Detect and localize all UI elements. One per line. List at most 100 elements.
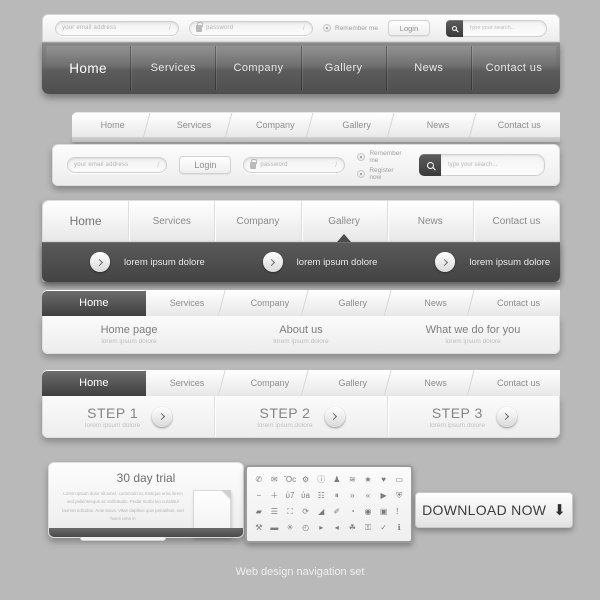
tab-gallery[interactable]: Gallery — [311, 370, 396, 396]
pause-icon[interactable]: ⏸ — [329, 488, 345, 504]
search-input[interactable]: type your search... — [441, 154, 545, 176]
expand-icon[interactable]: ⛶ — [282, 504, 298, 520]
remember-me-radio[interactable]: Remember me — [357, 150, 403, 164]
tab-home[interactable]: Home — [42, 290, 162, 316]
volume-icon[interactable]: ὐa — [298, 488, 314, 504]
tab-home[interactable]: Home — [42, 370, 162, 396]
search-box[interactable]: type your search... — [445, 19, 547, 37]
heart-icon[interactable]: ♥ — [376, 472, 392, 488]
briefcase-icon[interactable]: Ὃc — [282, 472, 298, 488]
password-field[interactable]: password / — [243, 157, 346, 173]
tab-gallery[interactable]: Gallery — [315, 112, 399, 137]
plus-icon[interactable]: ＋ — [267, 488, 283, 504]
sun-icon[interactable]: ✳ — [282, 520, 298, 536]
nav-item-news[interactable]: News — [388, 201, 474, 241]
step-3[interactable]: STEP 3 lorem ipsum dolore — [388, 396, 559, 437]
arrow-right-icon[interactable] — [90, 252, 110, 272]
comment-icon[interactable]: ▭ — [391, 472, 407, 488]
trash-icon[interactable]: ☘ — [345, 520, 361, 536]
phone-icon[interactable]: ✆ — [251, 472, 267, 488]
next-icon[interactable]: ▸ — [313, 520, 329, 536]
arrow-right-icon[interactable] — [324, 406, 345, 427]
gear-icon[interactable]: ⚙ — [298, 472, 314, 488]
folder-icon[interactable]: ▰ — [251, 504, 267, 520]
nav-item-services[interactable]: Services — [131, 46, 217, 90]
promo-item[interactable]: lorem ipsum dolore — [42, 252, 215, 272]
list-icon[interactable]: ☰ — [267, 504, 283, 520]
nav-item-services[interactable]: Services — [129, 201, 216, 241]
login-button[interactable]: Login — [387, 20, 430, 36]
eye-icon[interactable]: ◉ — [360, 504, 376, 520]
user-icon[interactable]: ♟ — [329, 472, 345, 488]
nav-item-company[interactable]: Company — [216, 46, 302, 90]
backward-icon[interactable]: « — [360, 488, 376, 504]
column-home-page[interactable]: Home page lorem ipsum dolore — [43, 316, 215, 353]
nav-item-company[interactable]: Company — [215, 201, 302, 241]
arrow-right-icon[interactable] — [152, 406, 173, 427]
camera-icon[interactable]: ▬ — [267, 520, 283, 536]
tab-home[interactable]: Home — [72, 112, 155, 137]
arrow-right-icon[interactable] — [496, 406, 517, 427]
tab-contact-us[interactable]: Contact us — [477, 370, 560, 396]
register-now-radio[interactable]: Register now — [357, 167, 403, 181]
tab-contact-us[interactable]: Contact us — [477, 290, 560, 316]
tab-services[interactable]: Services — [145, 290, 230, 316]
column-about-us[interactable]: About us lorem ipsum dolore — [215, 316, 387, 353]
remember-me-radio[interactable]: Remember me — [323, 24, 378, 32]
step-2[interactable]: STEP 2 lorem ipsum dolore — [215, 396, 388, 437]
lock-icon[interactable]: ⚿ — [360, 520, 376, 536]
email-field[interactable]: your email address / — [55, 20, 179, 36]
refresh-icon[interactable]: ⟳ — [298, 504, 314, 520]
tab-news[interactable]: News — [394, 370, 478, 396]
download-now-button-large[interactable]: DOWNLOAD NOW ⬇ — [415, 492, 573, 528]
email-field[interactable]: your email address / — [67, 157, 168, 173]
search-icon[interactable] — [445, 19, 463, 37]
nav-item-home[interactable]: Home — [43, 201, 130, 241]
tab-services[interactable]: Services — [153, 112, 236, 137]
tab-company[interactable]: Company — [228, 290, 313, 316]
tools-icon[interactable]: ⚒ — [251, 520, 267, 536]
arrow-right-icon[interactable] — [262, 252, 283, 272]
tab-services[interactable]: Services — [145, 370, 230, 396]
envelope-icon[interactable]: ✉ — [267, 472, 283, 488]
tab-company[interactable]: Company — [228, 370, 313, 396]
prev-icon[interactable]: ◂ — [329, 520, 345, 536]
star-icon[interactable]: ★ — [360, 472, 376, 488]
minus-icon[interactable]: − — [251, 488, 267, 504]
tab-gallery[interactable]: Gallery — [311, 290, 396, 316]
chart-icon[interactable]: ◔ — [345, 504, 361, 520]
nav-item-gallery[interactable]: Gallery — [301, 46, 387, 90]
tab-company[interactable]: Company — [234, 112, 318, 137]
column-what-we-do[interactable]: What we do for you lorem ipsum dolore — [387, 316, 559, 353]
promo-item[interactable]: lorem ipsum dolore — [387, 252, 560, 272]
password-field[interactable]: password / — [189, 20, 313, 36]
shield-icon[interactable]: ⛨ — [391, 488, 407, 504]
tab-contact-us[interactable]: Contact us — [478, 112, 560, 137]
edit-icon[interactable]: ✐ — [329, 504, 345, 520]
tab-news[interactable]: News — [397, 112, 480, 137]
nav-item-home[interactable]: Home — [46, 46, 132, 90]
login-button[interactable]: Login — [179, 156, 232, 174]
link-icon[interactable]: ℹ — [391, 520, 407, 536]
promo-item[interactable]: lorem ipsum dolore — [215, 252, 388, 272]
tab-news[interactable]: News — [394, 290, 478, 316]
search-box[interactable]: type your search... — [419, 154, 545, 176]
search-input[interactable]: type your search... — [462, 19, 547, 37]
info-icon[interactable]: ⓘ — [313, 472, 329, 488]
rss-icon[interactable]: ≋ — [345, 472, 361, 488]
clock-icon[interactable]: ◴ — [298, 520, 314, 536]
tag-icon[interactable]: ◢ — [313, 504, 329, 520]
save-icon[interactable]: ▣ — [376, 504, 392, 520]
forward-icon[interactable]: » — [345, 488, 361, 504]
search-icon[interactable] — [419, 154, 441, 176]
check-icon[interactable]: ✓ — [376, 520, 392, 536]
nav-item-gallery[interactable]: Gallery — [302, 201, 388, 242]
nav-item-contact-us[interactable]: Contact us — [471, 46, 557, 90]
exclamation-icon[interactable]: ！ — [391, 504, 407, 520]
play-icon[interactable]: ▶ — [376, 488, 392, 504]
arrow-right-icon[interactable] — [435, 252, 456, 272]
nav-item-contact-us[interactable]: Contact us — [474, 201, 559, 241]
mute-icon[interactable]: ὐ7 — [282, 488, 298, 504]
sliders-icon[interactable]: ☷ — [313, 488, 329, 504]
nav-item-news[interactable]: News — [386, 46, 472, 90]
